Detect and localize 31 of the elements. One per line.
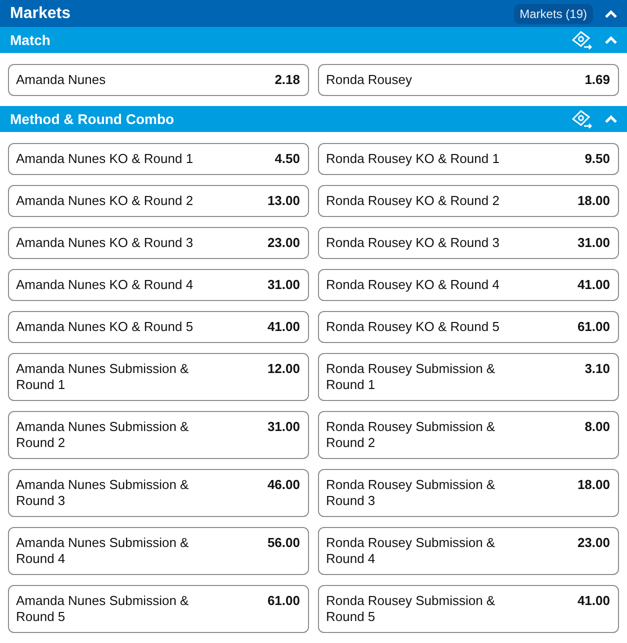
odds-button[interactable]: Ronda Rousey 1.69 xyxy=(318,64,619,96)
odds-button[interactable]: Amanda Nunes Submission & Round 2 31.00 xyxy=(8,411,309,459)
odds-button[interactable]: Amanda Nunes KO & Round 1 4.50 xyxy=(8,143,309,175)
odds-button[interactable]: Ronda Rousey Submission & Round 1 3.10 xyxy=(318,353,619,401)
odds-button[interactable]: Amanda Nunes KO & Round 3 23.00 xyxy=(8,227,309,259)
cash-transfer-icon[interactable] xyxy=(571,30,593,50)
odds-button[interactable]: Ronda Rousey KO & Round 2 18.00 xyxy=(318,185,619,217)
markets-count-badge[interactable]: Markets (19) xyxy=(514,4,593,24)
odds-button[interactable]: Ronda Rousey KO & Round 4 41.00 xyxy=(318,269,619,301)
odds-button[interactable]: Amanda Nunes Submission & Round 4 56.00 xyxy=(8,527,309,575)
chevron-up-icon[interactable] xyxy=(605,10,617,18)
odds-button[interactable]: Ronda Rousey KO & Round 5 61.00 xyxy=(318,311,619,343)
odds-button[interactable]: Amanda Nunes Submission & Round 5 61.00 xyxy=(8,585,309,633)
section-title: Match xyxy=(10,32,50,48)
cash-transfer-icon[interactable] xyxy=(571,109,593,129)
odds-button[interactable]: Amanda Nunes Submission & Round 3 46.00 xyxy=(8,469,309,517)
odds-button[interactable]: Ronda Rousey Submission & Round 5 41.00 xyxy=(318,585,619,633)
odds-button[interactable]: Amanda Nunes Submission & Round 1 12.00 xyxy=(8,353,309,401)
odds-button[interactable]: Ronda Rousey Submission & Round 2 8.00 xyxy=(318,411,619,459)
chevron-up-icon[interactable] xyxy=(605,36,617,44)
odds-button[interactable]: Amanda Nunes KO & Round 2 13.00 xyxy=(8,185,309,217)
odds-button[interactable]: Amanda Nunes KO & Round 5 41.00 xyxy=(8,311,309,343)
odds-button[interactable]: Ronda Rousey KO & Round 1 9.50 xyxy=(318,143,619,175)
odds-button[interactable]: Amanda Nunes KO & Round 4 31.00 xyxy=(8,269,309,301)
markets-title: Markets xyxy=(10,4,70,22)
odds-button[interactable]: Ronda Rousey Submission & Round 4 23.00 xyxy=(318,527,619,575)
odds-button[interactable]: Ronda Rousey KO & Round 3 31.00 xyxy=(318,227,619,259)
odds-button[interactable]: Ronda Rousey Submission & Round 3 18.00 xyxy=(318,469,619,517)
chevron-up-icon[interactable] xyxy=(605,115,617,123)
odds-button[interactable]: Amanda Nunes 2.18 xyxy=(8,64,309,96)
section-title: Method & Round Combo xyxy=(10,111,174,127)
